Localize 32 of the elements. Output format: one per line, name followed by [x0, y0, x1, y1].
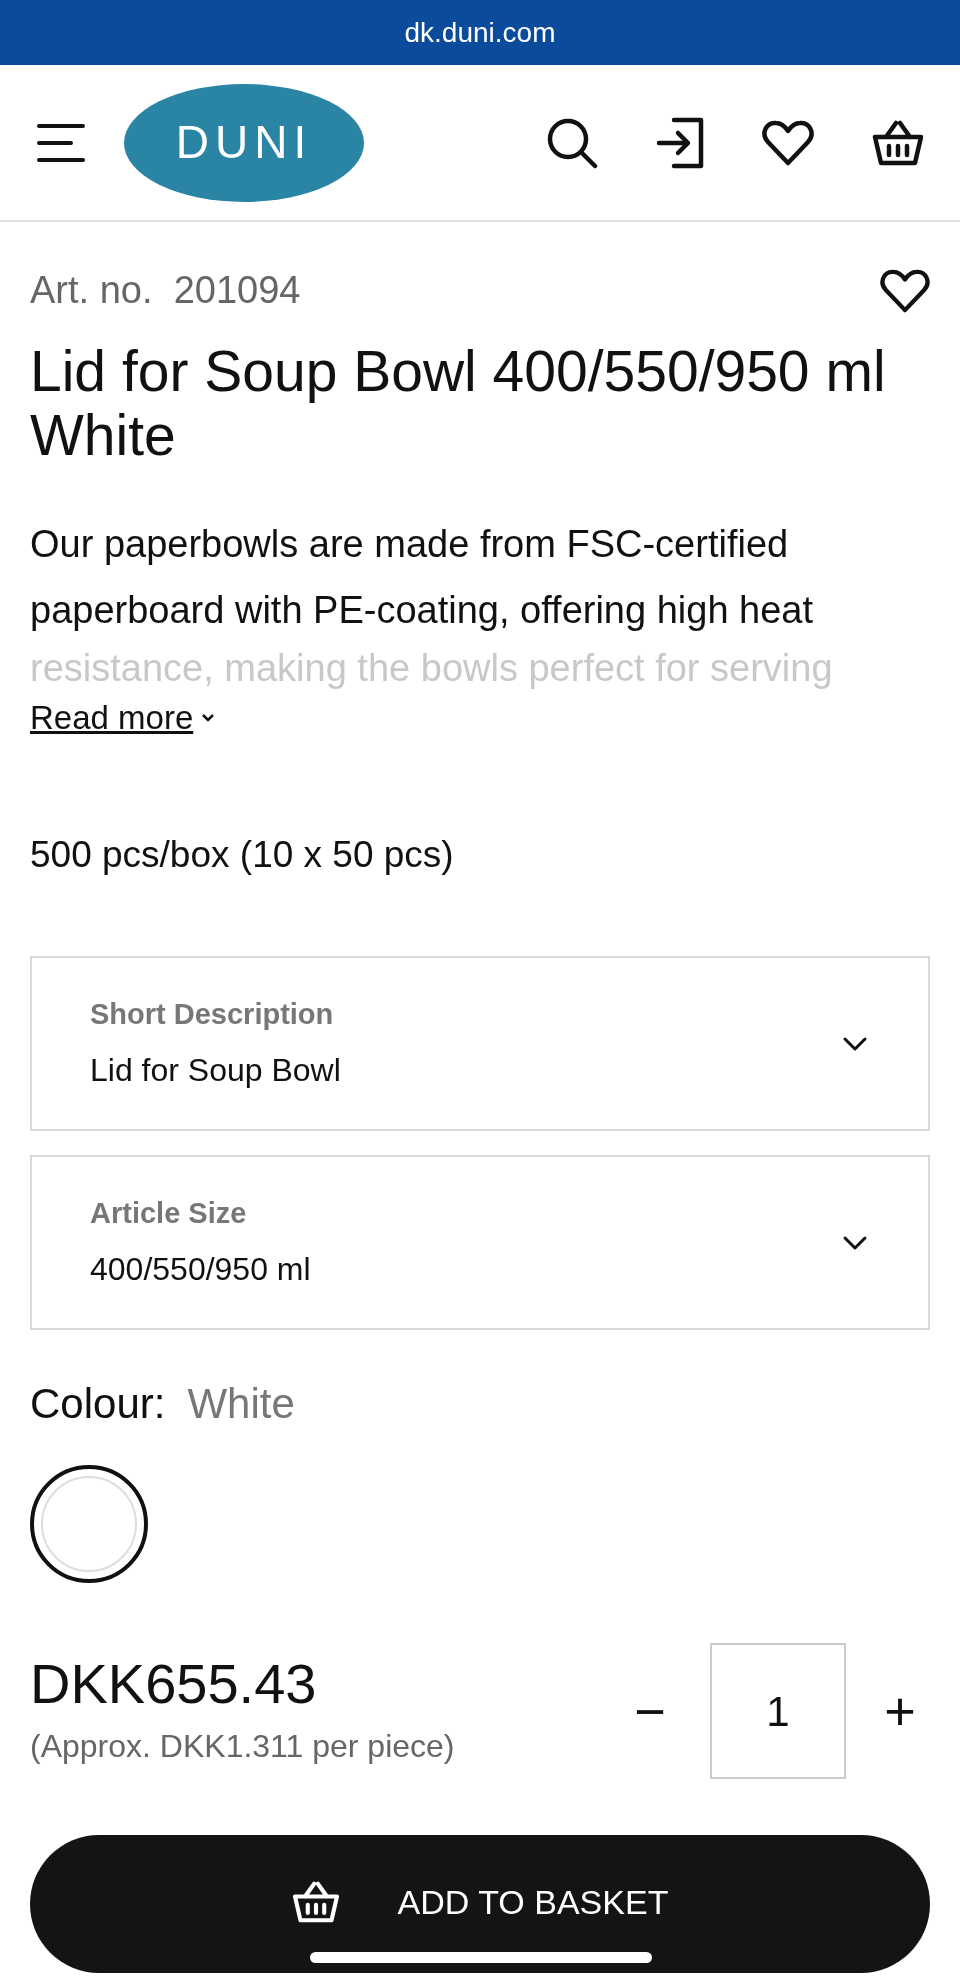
chevron-icon	[842, 1035, 868, 1052]
description-line: Our paperbowls are made from FSC-certified	[30, 522, 790, 567]
decrease-button[interactable]: −	[620, 1670, 680, 1752]
login-icon[interactable]	[656, 116, 704, 169]
field-label: Short Description	[90, 996, 335, 1032]
dropdown-field[interactable]: Short Description Lid for Soup Bowl	[30, 956, 930, 1131]
logo[interactable]: DUNI	[124, 83, 364, 202]
description-line: paperboard with PE-coating, offering high heat	[30, 588, 815, 633]
search-icon[interactable]	[546, 116, 598, 169]
add-to-basket-button[interactable]: ADD TO BASKET	[30, 1835, 930, 1973]
packaging-info: 500 pcs/box (10 x 50 pcs)	[30, 832, 455, 877]
basket-icon[interactable]	[872, 119, 924, 166]
heart-icon[interactable]	[880, 268, 930, 313]
colour-value: White	[187, 1379, 295, 1429]
url-text[interactable]: dk.duni.com	[404, 11, 556, 54]
field-value: 400/550/950 ml	[90, 1250, 312, 1290]
colour-label: Colour:	[30, 1379, 166, 1429]
price-per-piece: (Approx. DKK1.311 per piece)	[30, 1727, 456, 1766]
dropdown-field[interactable]: Article Size 400/550/950 ml	[30, 1155, 930, 1330]
menu-icon[interactable]	[36, 121, 86, 164]
read-more-link[interactable]: Read more	[30, 693, 216, 743]
chevron-icon	[201, 712, 216, 723]
chevron-icon	[842, 1234, 868, 1251]
field-label: Article Size	[90, 1195, 248, 1231]
product-title: Lid for Soup Bowl 400/550/950 ml White	[30, 339, 887, 467]
price: DKK655.43	[30, 1652, 318, 1716]
basket-icon	[291, 1881, 340, 1923]
quantity-field[interactable]: 1	[710, 1643, 846, 1779]
field-value: Lid for Soup Bowl	[90, 1051, 342, 1091]
article-number: Art. no. 201094	[30, 268, 301, 313]
heart-icon[interactable]	[762, 119, 814, 166]
increase-button[interactable]: +	[870, 1670, 930, 1752]
